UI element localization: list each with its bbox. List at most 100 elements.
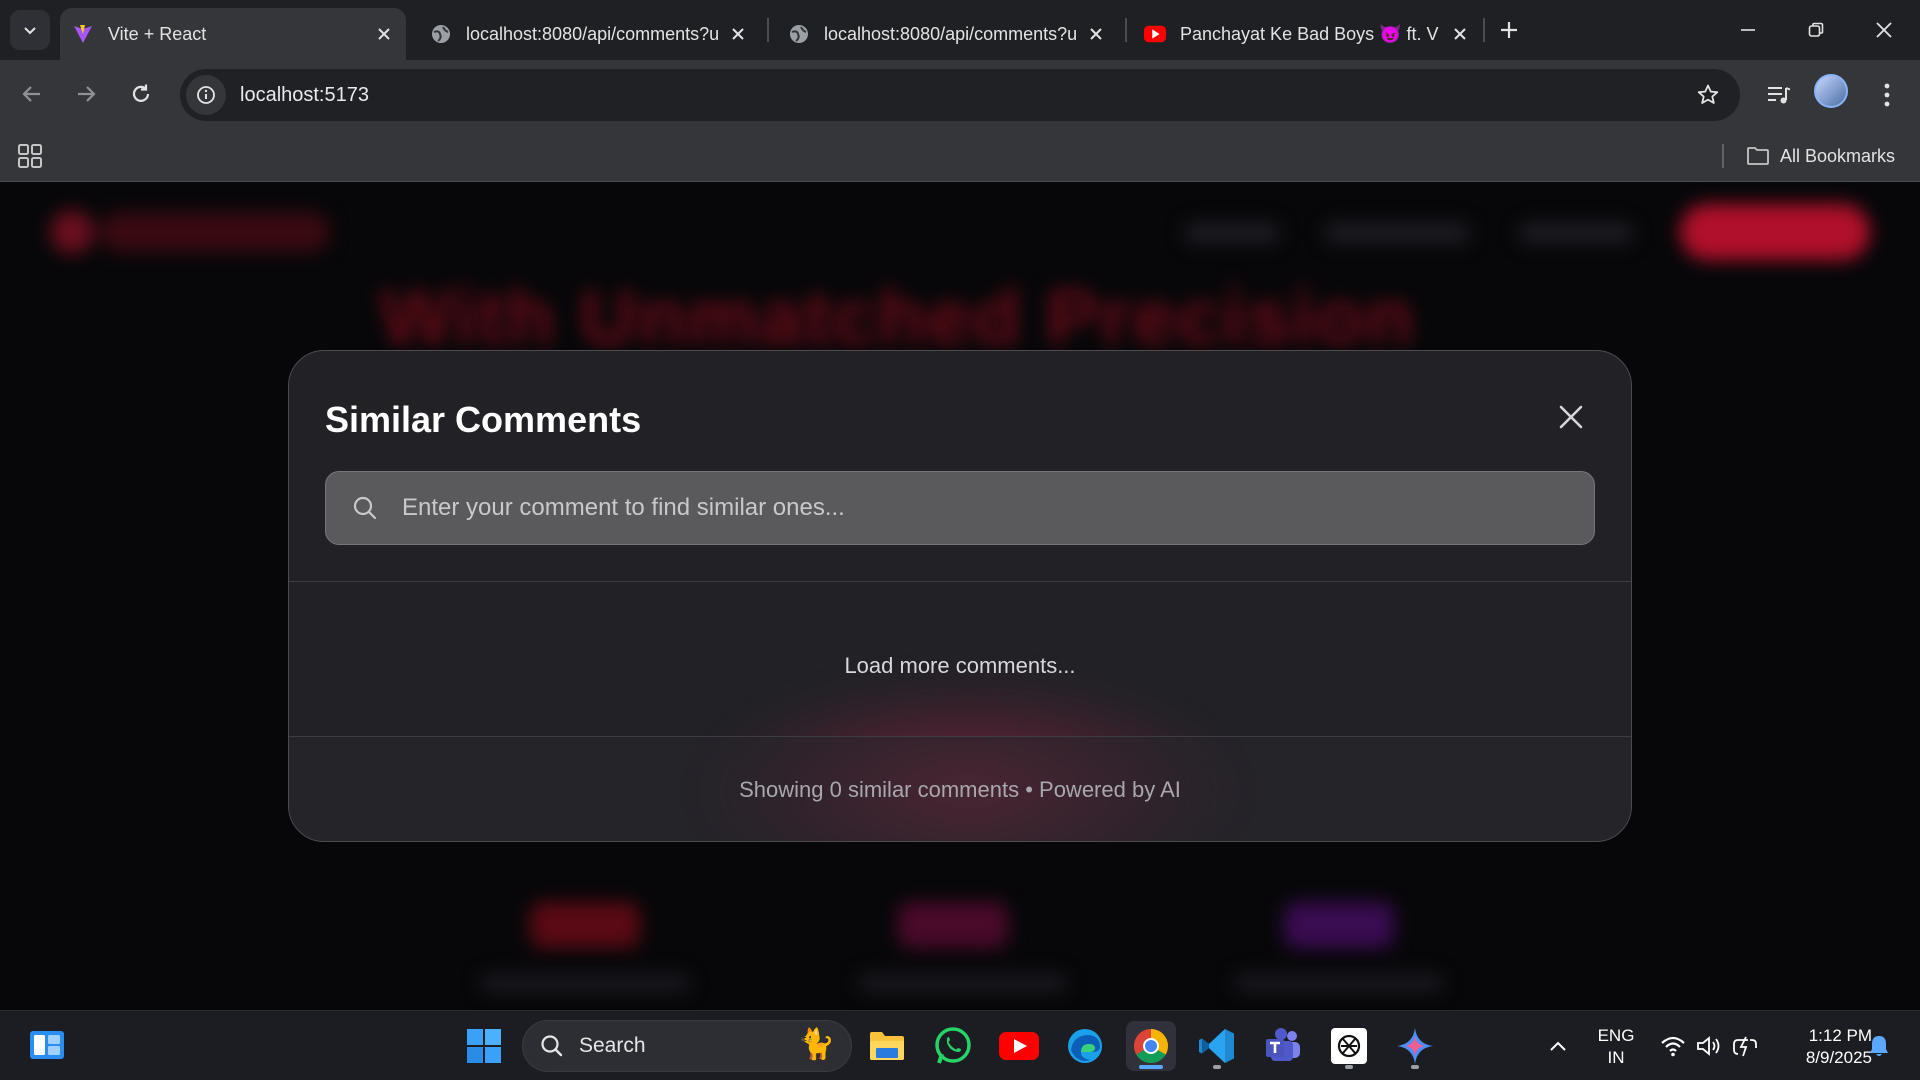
close-window-button[interactable] (1850, 0, 1918, 60)
url-text: localhost:5173 (240, 83, 369, 106)
show-hidden-icons-button[interactable] (1540, 1023, 1576, 1069)
active-app-indicator (1139, 1065, 1163, 1069)
running-app-indicator (1213, 1065, 1221, 1069)
tab-separator (1483, 18, 1485, 42)
gemini-icon[interactable] (1390, 1021, 1440, 1071)
system-clock[interactable]: 1:12 PM 8/9/2025 (1776, 1025, 1872, 1069)
tab-title: localhost:8080/api/comments?u (466, 23, 720, 44)
comment-search-input[interactable] (402, 494, 1574, 522)
running-app-indicator (1411, 1065, 1419, 1069)
globe-icon (430, 23, 452, 45)
address-bar[interactable]: localhost:5173 (180, 69, 1740, 121)
tab-search-button[interactable] (10, 10, 50, 50)
tab-api-comments-1[interactable]: localhost:8080/api/comments?u (418, 8, 760, 60)
modal-footer: Showing 0 similar comments • Powered by … (289, 737, 1631, 841)
menu-kebab-icon[interactable] (1868, 76, 1906, 114)
apps-grid-icon[interactable] (16, 142, 44, 170)
profile-avatar[interactable] (1814, 74, 1848, 108)
vite-icon (72, 23, 94, 45)
teams-icon[interactable] (1258, 1021, 1308, 1071)
arrow-left-icon (22, 86, 40, 102)
globe-icon (788, 23, 810, 45)
results-summary: Showing 0 similar comments • Powered by … (739, 777, 1181, 802)
modal-title: Similar Comments (325, 399, 642, 440)
tab-title: Vite + React (108, 23, 207, 44)
stat-label (480, 974, 690, 992)
volume-icon[interactable] (1692, 1023, 1726, 1069)
similar-comments-modal: Similar Comments Load more comments... S… (288, 350, 1632, 842)
bookmark-star-icon[interactable] (1694, 81, 1722, 109)
search-highlight-cat-icon: 🐈 (797, 1028, 835, 1061)
taskbar-search[interactable]: Search 🐈 (522, 1020, 852, 1072)
vscode-icon[interactable] (1192, 1021, 1242, 1071)
tab-close-icon[interactable] (724, 20, 752, 48)
forward-button[interactable] (66, 74, 106, 114)
close-icon (1559, 405, 1583, 429)
restore-button[interactable] (1782, 0, 1850, 60)
tab-separator (767, 18, 769, 42)
tab-close-icon[interactable] (1446, 20, 1474, 48)
input-language-indicator[interactable]: ENG IN (1596, 1025, 1636, 1069)
language-code: ENG (1597, 1026, 1635, 1045)
browser-titlebar: Vite + React localhost:8080/api/comments… (0, 0, 1920, 60)
stat-label (1234, 974, 1444, 992)
tab-close-icon[interactable] (370, 20, 398, 48)
region-code: IN (1607, 1048, 1625, 1067)
chevron-down-icon (24, 27, 36, 35)
modal-divider (289, 581, 1631, 582)
edge-icon[interactable] (1060, 1021, 1110, 1071)
minimize-button[interactable] (1714, 0, 1782, 60)
chevron-up-icon (1550, 1041, 1566, 1051)
taskbar-search-label: Search (579, 1034, 646, 1057)
close-icon (1876, 22, 1892, 38)
wifi-icon[interactable] (1656, 1023, 1690, 1069)
whatsapp-icon[interactable] (928, 1021, 978, 1071)
search-icon (350, 493, 380, 523)
media-controls-icon[interactable] (1760, 76, 1798, 114)
site-logo-icon (50, 210, 94, 254)
plus-icon (1501, 22, 1517, 38)
youtube-icon (1144, 23, 1166, 45)
chatgpt-icon[interactable] (1324, 1021, 1374, 1071)
tab-youtube-panchayat[interactable]: Panchayat Ke Bad Boys 😈 ft. V (1132, 8, 1482, 60)
running-app-indicator (1345, 1065, 1353, 1069)
tab-separator (1125, 18, 1127, 42)
bookmarks-separator (1722, 144, 1724, 168)
tab-vite-react[interactable]: Vite + React (60, 8, 406, 60)
nav-link (1184, 222, 1280, 244)
stat-label (858, 974, 1068, 992)
all-bookmarks-label: All Bookmarks (1780, 145, 1896, 166)
browser-toolbar: localhost:5173 (0, 60, 1920, 130)
folder-icon (1747, 147, 1769, 165)
youtube-icon[interactable] (994, 1021, 1044, 1071)
file-explorer-icon[interactable] (862, 1021, 912, 1071)
stat-value (898, 902, 1008, 948)
widgets-icon[interactable] (28, 1027, 66, 1063)
chrome-icon[interactable] (1126, 1021, 1176, 1071)
tab-close-icon[interactable] (1082, 20, 1110, 48)
reload-button[interactable] (121, 74, 161, 114)
header-cta-button (1680, 204, 1870, 260)
all-bookmarks-button[interactable]: All Bookmarks (1746, 140, 1895, 172)
arrow-right-icon (78, 86, 96, 102)
new-tab-button[interactable] (1494, 12, 1524, 48)
site-info-icon[interactable] (186, 75, 226, 115)
restore-icon (1808, 22, 1824, 37)
back-button[interactable] (12, 74, 52, 114)
notification-bell-icon[interactable] (1862, 1023, 1896, 1069)
reload-icon (132, 84, 150, 102)
bookmarks-bar: All Bookmarks (0, 130, 1920, 182)
modal-close-button[interactable] (1551, 397, 1591, 437)
battery-charging-icon[interactable] (1728, 1023, 1762, 1069)
clock-time: 1:12 PM (1808, 1026, 1872, 1045)
minimize-icon (1741, 29, 1755, 31)
windows-start-icon[interactable] (466, 1028, 502, 1064)
nav-link (1324, 222, 1470, 244)
load-more-comments-button[interactable]: Load more comments... (289, 653, 1631, 679)
stat-value (1284, 902, 1394, 948)
site-logo-text (100, 212, 330, 252)
nav-link (1518, 222, 1634, 244)
clock-date: 8/9/2025 (1805, 1048, 1872, 1067)
tab-api-comments-2[interactable]: localhost:8080/api/comments?u (776, 8, 1118, 60)
comment-search-box[interactable] (325, 471, 1595, 545)
